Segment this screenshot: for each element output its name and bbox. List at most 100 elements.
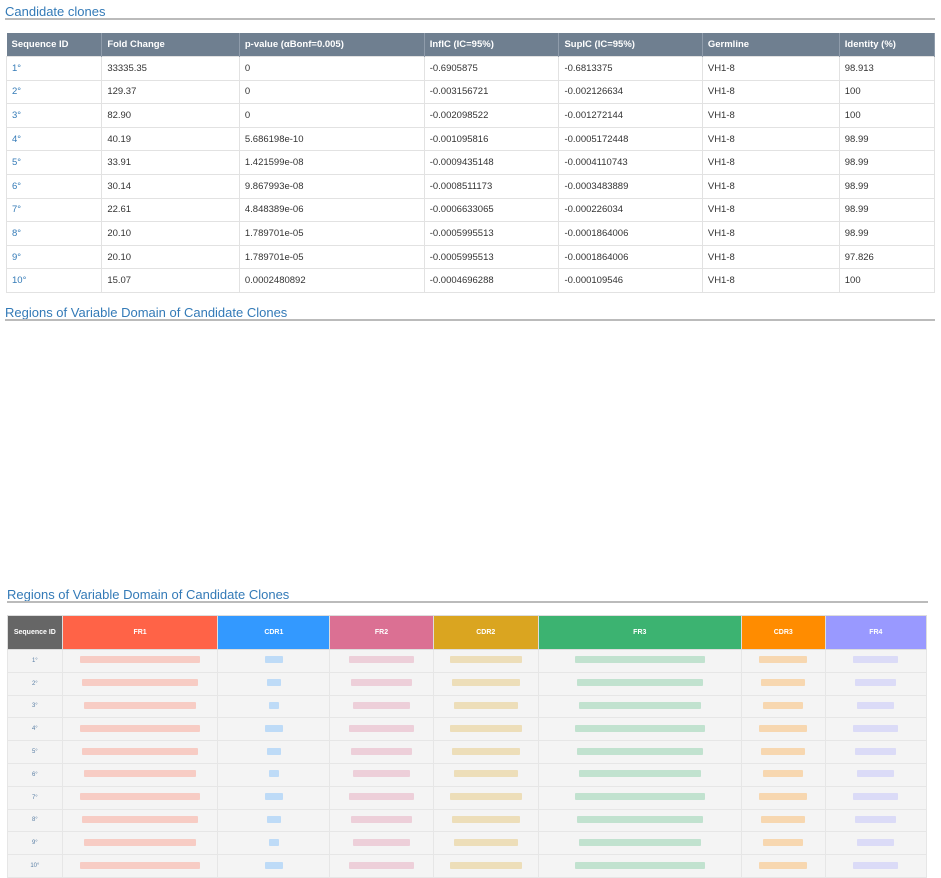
table-cell: 20.10	[101, 244, 240, 270]
region-sequence-blurred	[740, 740, 826, 764]
sequence-id-link[interactable]: 7°	[5, 197, 103, 223]
sequence-id: 8°	[7, 808, 63, 833]
table-cell: -0.0004110743	[558, 150, 703, 175]
region-sequence-blurred	[740, 717, 826, 742]
table-row: 5°	[7, 740, 928, 764]
blurred-sequence	[268, 770, 279, 778]
blurred-sequence	[857, 770, 895, 778]
region-sequence-blurred	[217, 762, 331, 787]
region-sequence-blurred	[824, 671, 928, 696]
column-header[interactable]: InfIC (IC=95%)	[424, 33, 560, 57]
divider	[7, 601, 928, 603]
column-header[interactable]: Germline	[702, 33, 840, 57]
column-header[interactable]: Fold Change	[101, 33, 240, 57]
sequence-id-link[interactable]: 5°	[5, 150, 103, 175]
table-cell: VH1-8	[701, 103, 840, 128]
region-sequence-blurred	[432, 762, 539, 787]
region-sequence-blurred	[329, 808, 434, 833]
blurred-sequence	[349, 724, 415, 732]
table-cell: -0.0001864006	[558, 244, 703, 270]
blurred-sequence	[349, 861, 415, 869]
blurred-sequence	[759, 724, 808, 732]
region-sequence-blurred	[740, 649, 826, 673]
blurred-sequence	[759, 793, 808, 801]
blurred-sequence	[761, 679, 806, 687]
blurred-sequence	[80, 656, 201, 664]
column-header[interactable]: Sequence ID	[6, 33, 103, 57]
table-cell: 98.913	[838, 56, 936, 81]
blurred-sequence	[453, 770, 518, 778]
sequence-id-link[interactable]: 4°	[5, 126, 103, 152]
table-cell: -0.002126634	[558, 79, 703, 105]
sequence-id-link[interactable]: 2°	[5, 79, 103, 105]
table-row: 8°	[7, 808, 928, 833]
region-header: FR2	[329, 615, 434, 650]
region-sequence-blurred	[329, 854, 434, 878]
blurred-sequence	[451, 679, 520, 687]
region-sequence-blurred	[432, 649, 539, 673]
table-row: 8° 20.10 1.789701e-05 -0.0005995513 -0.00018…	[5, 221, 936, 246]
column-header[interactable]: SupIC (IC=95%)	[558, 33, 703, 57]
blurred-sequence	[84, 838, 197, 846]
blurred-sequence	[84, 701, 197, 709]
sequence-id: 3°	[7, 694, 63, 719]
sequence-id-link[interactable]: 9°	[5, 244, 103, 270]
region-sequence-blurred	[824, 854, 928, 878]
table-cell: -0.0005172448	[558, 126, 703, 152]
sequence-id-link[interactable]: 6°	[5, 173, 103, 199]
blurred-sequence	[353, 701, 411, 709]
table-cell: -0.000226034	[558, 197, 703, 223]
column-header[interactable]: p-value (αBonf=0.005)	[239, 33, 425, 57]
blurred-sequence	[857, 838, 895, 846]
table-cell: 98.99	[838, 197, 936, 223]
blurred-sequence	[266, 747, 281, 755]
candidate-clones-table: Sequence ID Fold Change p-value (αBonf=0.0…	[5, 33, 936, 293]
table-cell: 1.421599e-08	[238, 150, 425, 175]
sequence-id-link[interactable]: 8°	[5, 221, 103, 246]
region-sequence-blurred	[432, 785, 539, 810]
region-sequence-blurred	[217, 740, 331, 764]
blurred-sequence	[82, 747, 199, 755]
region-sequence-blurred	[61, 831, 219, 856]
region-sequence-blurred	[537, 717, 742, 742]
blurred-sequence	[80, 861, 201, 869]
table-cell: VH1-8	[701, 268, 840, 293]
table-cell: -0.0004696288	[423, 268, 560, 293]
table-cell: -0.001095816	[423, 126, 560, 152]
blurred-sequence	[855, 815, 897, 823]
region-sequence-blurred	[61, 762, 219, 787]
sequence-id-link[interactable]: 1°	[5, 56, 103, 81]
table-row: 6° 30.14 9.867993e-08 -0.0008511173 -0.00034…	[5, 173, 936, 199]
table-cell: -0.001272144	[558, 103, 703, 128]
blurred-sequence	[574, 793, 705, 801]
table-cell: 22.61	[101, 197, 240, 223]
blurred-sequence	[759, 861, 808, 869]
table-cell: VH1-8	[701, 56, 840, 81]
table-cell: VH1-8	[701, 150, 840, 175]
blurred-sequence	[855, 679, 897, 687]
region-sequence-blurred	[740, 762, 826, 787]
blurred-sequence	[578, 770, 701, 778]
table-cell: 20.10	[101, 221, 240, 246]
section-title-regions: Regions of Variable Domain of Candidate …	[5, 305, 288, 320]
table-cell: -0.000109546	[558, 268, 703, 293]
table-row: 10° 15.07 0.0002480892 -0.0004696288 -0.0001…	[5, 268, 936, 293]
table-cell: -0.0006633065	[423, 197, 560, 223]
column-header[interactable]: Identity (%)	[839, 33, 936, 57]
table-cell: 98.99	[838, 221, 936, 246]
table-cell: 33.91	[101, 150, 240, 175]
table-cell: -0.0001864006	[558, 221, 703, 246]
region-sequence-blurred	[824, 740, 928, 764]
sequence-id-link[interactable]: 10°	[5, 268, 103, 293]
region-sequence-blurred	[537, 808, 742, 833]
sequence-id: 1°	[7, 649, 63, 673]
region-sequence-blurred	[537, 831, 742, 856]
table-cell: 15.07	[101, 268, 240, 293]
table-row: 1° 33335.35 0 -0.6905875 -0.6813375 VH1-8 98.9…	[5, 56, 936, 81]
table-cell: 100	[838, 268, 936, 293]
sequence-id-link[interactable]: 3°	[5, 103, 103, 128]
table-cell: VH1-8	[701, 126, 840, 152]
region-header: CDR1	[217, 615, 331, 650]
region-sequence-blurred	[740, 785, 826, 810]
region-sequence-blurred	[824, 762, 928, 787]
